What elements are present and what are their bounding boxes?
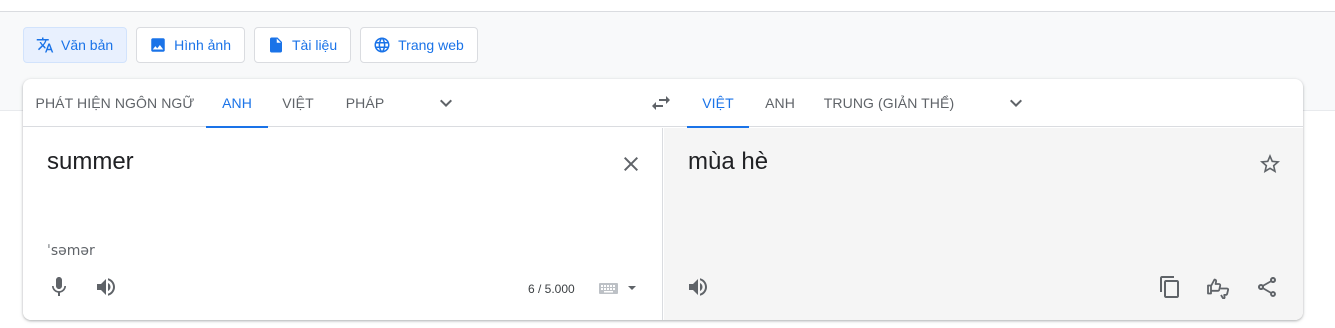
- mode-text-button[interactable]: Văn bản: [23, 27, 128, 63]
- mode-image-button[interactable]: Hình ảnh: [136, 27, 245, 63]
- source-phonetic: ˈsəmər: [47, 243, 95, 259]
- star-icon: [1258, 152, 1282, 176]
- close-icon: [619, 152, 643, 176]
- language-bar: PHÁT HIỆN NGÔN NGỮ ANH VIỆT PHÁP VIỆT AN…: [23, 79, 1303, 128]
- copy-icon: [1158, 275, 1182, 299]
- translated-text: mùa hè: [688, 148, 769, 175]
- rate-translation-button[interactable]: [1206, 275, 1232, 299]
- swap-arrows-icon: [649, 91, 673, 115]
- voice-input-button[interactable]: [47, 275, 71, 299]
- mode-document-button[interactable]: Tài liệu: [254, 27, 352, 63]
- listen-translation-button[interactable]: [686, 275, 710, 299]
- source-panel: summer ˈsəmər 6 / 5.000: [23, 128, 663, 320]
- source-lang-tab-detect[interactable]: PHÁT HIỆN NGÔN NGỮ: [23, 79, 207, 127]
- target-lang-more-button[interactable]: [1004, 91, 1028, 115]
- speaker-icon: [94, 275, 118, 299]
- source-lang-tab-vietnamese[interactable]: VIỆT: [273, 79, 323, 127]
- copy-translation-button[interactable]: [1158, 275, 1182, 299]
- source-lang-label: VIỆT: [282, 95, 314, 111]
- source-lang-label: ANH: [222, 95, 252, 111]
- source-text-input[interactable]: summer: [47, 148, 134, 176]
- target-lang-label: TRUNG (GIẢN THỂ): [823, 95, 955, 111]
- keyboard-icon: [596, 277, 640, 299]
- thumbs-feedback-icon: [1206, 275, 1232, 299]
- source-lang-label: PHÁP: [345, 95, 385, 111]
- translation-card: PHÁT HIỆN NGÔN NGỮ ANH VIỆT PHÁP VIỆT AN…: [23, 79, 1303, 320]
- mode-selector: Văn bản Hình ảnh Tài liệu Trang web: [23, 27, 478, 63]
- mode-document-label: Tài liệu: [292, 37, 338, 53]
- target-lang-label: ANH: [765, 95, 795, 111]
- target-panel: mùa hè: [664, 128, 1303, 320]
- microphone-icon: [47, 275, 71, 299]
- target-lang-tab-vietnamese[interactable]: VIỆT: [687, 79, 749, 128]
- speaker-icon: [686, 275, 710, 299]
- share-icon: [1255, 275, 1279, 299]
- source-lang-tab-french[interactable]: PHÁP: [336, 79, 394, 127]
- target-lang-label: VIỆT: [702, 95, 734, 111]
- clear-source-button[interactable]: [619, 152, 643, 176]
- mode-image-label: Hình ảnh: [174, 37, 231, 53]
- target-lang-tab-english[interactable]: ANH: [755, 79, 805, 127]
- share-translation-button[interactable]: [1255, 275, 1279, 299]
- mode-website-label: Trang web: [398, 37, 464, 53]
- keyboard-input-button[interactable]: [596, 277, 640, 299]
- document-icon: [267, 36, 285, 54]
- target-lang-tab-chinese-simplified[interactable]: TRUNG (GIẢN THỂ): [819, 79, 959, 127]
- save-translation-button[interactable]: [1258, 152, 1282, 176]
- image-icon: [149, 36, 167, 54]
- character-counter: 6 / 5.000: [528, 282, 575, 296]
- mode-website-button[interactable]: Trang web: [360, 27, 478, 63]
- chevron-down-icon: [434, 91, 458, 115]
- translate-icon: [36, 36, 54, 54]
- source-lang-more-button[interactable]: [434, 91, 458, 115]
- swap-languages-button[interactable]: [649, 91, 673, 115]
- globe-icon: [373, 36, 391, 54]
- mode-text-label: Văn bản: [61, 37, 114, 53]
- listen-source-button[interactable]: [94, 275, 118, 299]
- top-bar: [0, 0, 1335, 12]
- chevron-down-icon: [1004, 91, 1028, 115]
- source-lang-tab-english[interactable]: ANH: [206, 79, 268, 128]
- source-lang-label: PHÁT HIỆN NGÔN NGỮ: [35, 95, 195, 111]
